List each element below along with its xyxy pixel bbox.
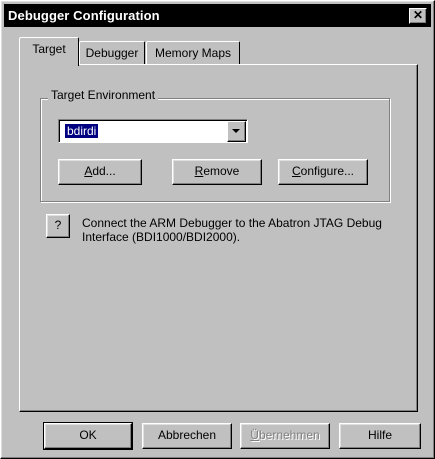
cancel-button[interactable]: Abbrechen (142, 423, 232, 449)
configure-button-mnemonic: C (291, 164, 301, 178)
tab-target[interactable]: Target (19, 37, 79, 66)
dropdown-button[interactable] (227, 121, 246, 142)
apply-button[interactable]: Übernehmen (240, 423, 330, 449)
tab-debugger-label: Debugger (85, 46, 139, 60)
apply-button-label: bernehmen (258, 428, 320, 442)
close-button[interactable]: ✕ (409, 8, 427, 24)
tab-panel-target: Target Environment bdirdi Add... Remove … (19, 64, 418, 412)
ok-button[interactable]: OK (43, 422, 133, 450)
tab-memory-maps-label: Memory Maps (154, 46, 231, 60)
target-environment-label: Target Environment (48, 88, 159, 102)
cancel-button-label: Abbrechen (157, 428, 217, 442)
remove-button-mnemonic: R (194, 164, 204, 178)
remove-button[interactable]: Remove (172, 159, 262, 185)
ok-button-label: OK (79, 428, 97, 442)
remove-button-label: emove (203, 164, 240, 178)
tab-target-label: Target (32, 42, 66, 56)
configure-button-label: onfigure... (300, 164, 355, 178)
configure-button[interactable]: Configure... (278, 159, 368, 185)
title-bar[interactable]: Debugger Configuration ✕ (4, 4, 431, 27)
tab-memory-maps[interactable]: Memory Maps (146, 41, 240, 66)
window-title: Debugger Configuration (8, 8, 160, 23)
question-icon: ? (54, 218, 62, 232)
help-button-label: Hilfe (367, 428, 392, 442)
help-question-button[interactable]: ? (46, 214, 70, 238)
add-button[interactable]: Add... (58, 159, 142, 185)
tab-debugger[interactable]: Debugger (79, 41, 145, 66)
target-environment-group (40, 98, 390, 202)
target-environment-value: bdirdi (63, 123, 100, 139)
apply-button-mnemonic: Ü (250, 428, 259, 442)
chevron-down-icon (232, 129, 240, 133)
target-description: Connect the ARM Debugger to the Abatron … (82, 216, 382, 244)
close-icon: ✕ (412, 8, 424, 22)
target-environment-select[interactable]: bdirdi (58, 119, 248, 143)
add-button-label: dd... (92, 164, 116, 178)
help-button[interactable]: Hilfe (339, 423, 421, 449)
